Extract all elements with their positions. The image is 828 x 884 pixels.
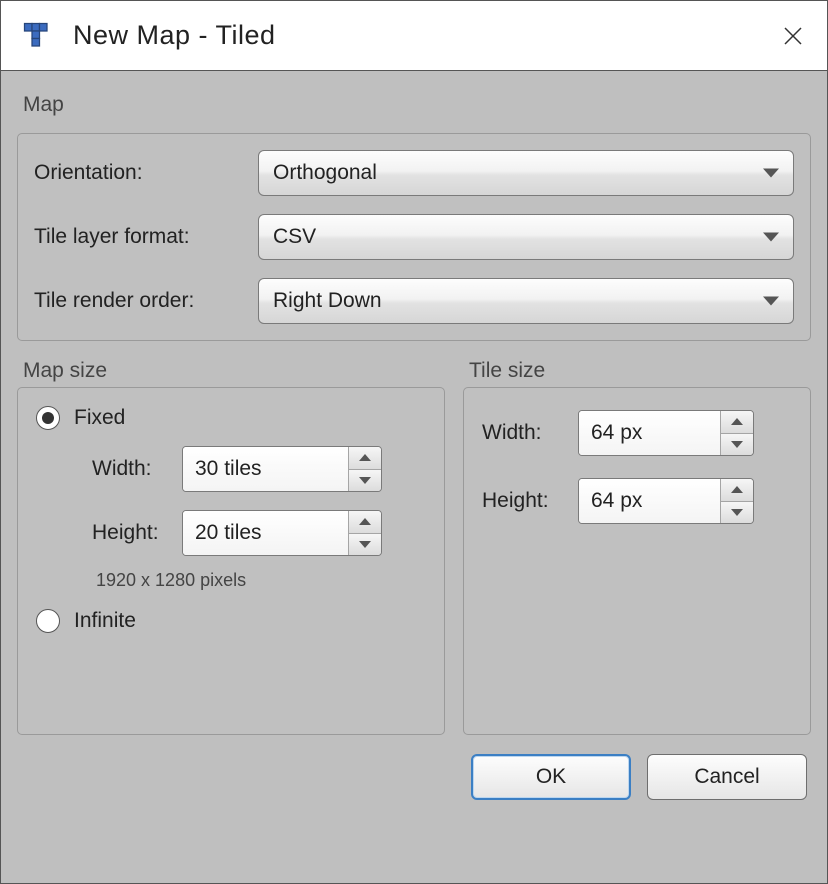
map-width-down[interactable] <box>349 470 381 492</box>
map-width-up[interactable] <box>349 447 381 470</box>
map-group-caption: Map <box>23 93 811 117</box>
infinite-radio[interactable] <box>36 609 60 633</box>
close-button[interactable] <box>765 14 821 58</box>
cancel-button[interactable]: Cancel <box>647 754 807 800</box>
chevron-down-icon <box>359 541 371 548</box>
infinite-radio-label[interactable]: Infinite <box>74 609 136 633</box>
window-title: New Map - Tiled <box>73 20 765 51</box>
tile-width-spinner[interactable]: 64 px <box>578 410 754 456</box>
orientation-value: Orthogonal <box>273 161 377 185</box>
map-height-spinner[interactable]: 20 tiles <box>182 510 382 556</box>
orientation-label: Orientation: <box>34 161 258 185</box>
map-group: Orientation: Orthogonal Tile layer forma… <box>17 133 811 341</box>
map-size-caption: Map size <box>23 359 445 383</box>
title-bar: New Map - Tiled <box>1 1 827 71</box>
fixed-radio-label[interactable]: Fixed <box>74 406 125 430</box>
chevron-up-icon <box>731 418 743 425</box>
tile-width-value[interactable]: 64 px <box>579 411 721 455</box>
tile-width-label: Width: <box>482 421 578 445</box>
dialog-footer: OK Cancel <box>17 747 811 813</box>
tile-height-value[interactable]: 64 px <box>579 479 721 523</box>
tile-layer-format-select[interactable]: CSV <box>258 214 794 260</box>
map-width-value[interactable]: 30 tiles <box>183 447 349 491</box>
tile-height-spinner[interactable]: 64 px <box>578 478 754 524</box>
dialog-body: Map Orientation: Orthogonal Tile layer f… <box>1 71 827 883</box>
cancel-button-label: Cancel <box>694 765 759 789</box>
map-width-label: Width: <box>92 457 182 481</box>
tile-width-up[interactable] <box>721 411 753 434</box>
map-width-spinner[interactable]: 30 tiles <box>182 446 382 492</box>
map-size-pixel-info: 1920 x 1280 pixels <box>96 570 428 591</box>
new-map-dialog: New Map - Tiled Map Orientation: Orthogo… <box>0 0 828 884</box>
chevron-down-icon <box>731 509 743 516</box>
map-height-down[interactable] <box>349 534 381 556</box>
tile-size-caption: Tile size <box>469 359 811 383</box>
ok-button-label: OK <box>536 765 566 789</box>
chevron-down-icon <box>763 297 779 306</box>
orientation-select[interactable]: Orthogonal <box>258 150 794 196</box>
tile-render-order-value: Right Down <box>273 289 382 313</box>
chevron-up-icon <box>359 454 371 461</box>
tile-size-group: Width: 64 px Height: 64 px <box>463 387 811 735</box>
tile-height-label: Height: <box>482 489 578 513</box>
chevron-up-icon <box>731 486 743 493</box>
map-size-group: Fixed Width: 30 tiles Height: <box>17 387 445 735</box>
map-height-up[interactable] <box>349 511 381 534</box>
tile-render-order-select[interactable]: Right Down <box>258 278 794 324</box>
app-icon <box>19 18 55 54</box>
chevron-down-icon <box>763 233 779 242</box>
chevron-down-icon <box>763 169 779 178</box>
tile-height-up[interactable] <box>721 479 753 502</box>
chevron-up-icon <box>359 518 371 525</box>
chevron-down-icon <box>731 441 743 448</box>
tile-layer-format-label: Tile layer format: <box>34 225 258 249</box>
tile-height-down[interactable] <box>721 502 753 524</box>
chevron-down-icon <box>359 477 371 484</box>
tile-render-order-label: Tile render order: <box>34 289 258 313</box>
ok-button[interactable]: OK <box>471 754 631 800</box>
fixed-radio[interactable] <box>36 406 60 430</box>
tile-width-down[interactable] <box>721 434 753 456</box>
map-height-value[interactable]: 20 tiles <box>183 511 349 555</box>
map-height-label: Height: <box>92 521 182 545</box>
tile-layer-format-value: CSV <box>273 225 316 249</box>
